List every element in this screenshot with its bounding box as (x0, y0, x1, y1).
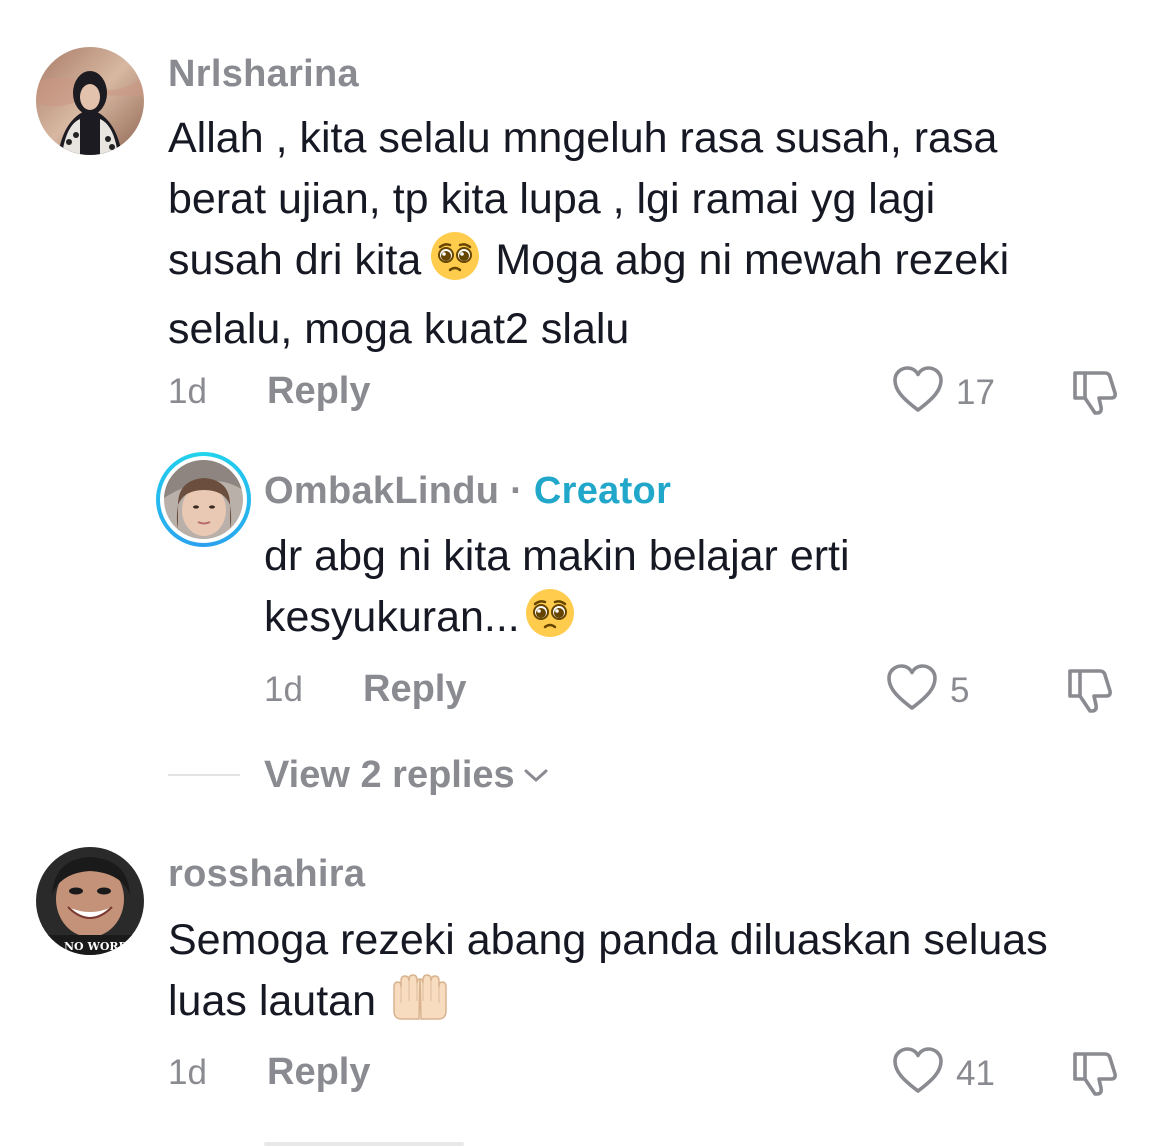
creator-avatar-ring[interactable] (156, 452, 251, 547)
creator-badge: Creator (533, 470, 672, 512)
reply-button[interactable]: Reply (363, 668, 466, 711)
comment-username-row: OmbakLindu · Creator (264, 470, 671, 513)
like-button[interactable]: 41 (892, 1047, 995, 1100)
pleading-face-icon (429, 230, 481, 299)
comment-text-line: susah dri kita Moga abg ni mewah rezeki (168, 230, 1148, 299)
thumbs-down-icon (1071, 371, 1123, 421)
pleading-face-icon (524, 587, 576, 656)
heart-icon (892, 1047, 944, 1100)
username-separator: · (499, 470, 534, 512)
comment-text-line: Allah , kita selalu mngeluh rasa susah, … (168, 114, 998, 162)
comment-text-segment: luas lautan (168, 977, 376, 1025)
comment-time: 1d (168, 372, 207, 411)
dislike-button[interactable] (1066, 665, 1118, 720)
comment-text: Allah , kita selalu mngeluh rasa susah, … (168, 108, 1148, 360)
avatar-rosshahira[interactable]: NO WORRI (36, 847, 144, 955)
cut-off-row-hint (264, 1138, 464, 1146)
thumbs-down-icon (1066, 669, 1118, 719)
avatar-ombaklindu (164, 460, 243, 539)
comment-text: dr abg ni kita makin belajar erti kesyuk… (264, 526, 1144, 656)
comment-text-line: berat ujian, tp kita lupa , lgi ramai yg… (168, 175, 936, 223)
heart-icon (886, 664, 938, 717)
comment-text-segment: susah dri kita (168, 236, 422, 284)
comment-text-line: luas lautan (168, 971, 1158, 1040)
like-count: 41 (956, 1053, 995, 1093)
like-count: 5 (950, 670, 970, 710)
comment-text-segment: kesyukuran... (264, 593, 520, 641)
view-replies-label: View 2 replies (264, 754, 515, 796)
view-replies-button[interactable]: View 2 replies (264, 754, 549, 797)
palms-up-together-icon (390, 973, 450, 1040)
avatar-nrlsharina[interactable] (36, 47, 144, 155)
comment-username[interactable]: OmbakLindu (264, 470, 499, 512)
comment-text-line: Semoga rezeki abang panda diluaskan selu… (168, 916, 1048, 964)
reply-button[interactable]: Reply (267, 1051, 370, 1094)
comment-text-line: kesyukuran... (264, 587, 1144, 656)
replies-divider (168, 774, 240, 776)
reply-button[interactable]: Reply (267, 370, 370, 413)
comment-time: 1d (168, 1053, 207, 1092)
comment-text-line: selalu, moga kuat2 slalu (168, 305, 630, 353)
like-count: 17 (956, 372, 995, 412)
like-button[interactable]: 17 (892, 366, 995, 419)
dislike-button[interactable] (1071, 367, 1123, 422)
thumbs-down-icon (1071, 1052, 1123, 1102)
comment-text: Semoga rezeki abang panda diluaskan selu… (168, 910, 1158, 1040)
comment-text-segment: Moga abg ni mewah rezeki (495, 236, 1010, 284)
comment-time: 1d (264, 670, 303, 709)
comment-text-line: dr abg ni kita makin belajar erti (264, 532, 850, 580)
avatar-caption: NO WORRI (64, 940, 133, 953)
heart-icon (892, 366, 944, 419)
comment-username[interactable]: Nrlsharina (168, 53, 359, 96)
chevron-down-icon (523, 767, 549, 785)
dislike-button[interactable] (1071, 1048, 1123, 1103)
like-button[interactable]: 5 (886, 664, 969, 717)
comment-username[interactable]: rosshahira (168, 853, 365, 896)
